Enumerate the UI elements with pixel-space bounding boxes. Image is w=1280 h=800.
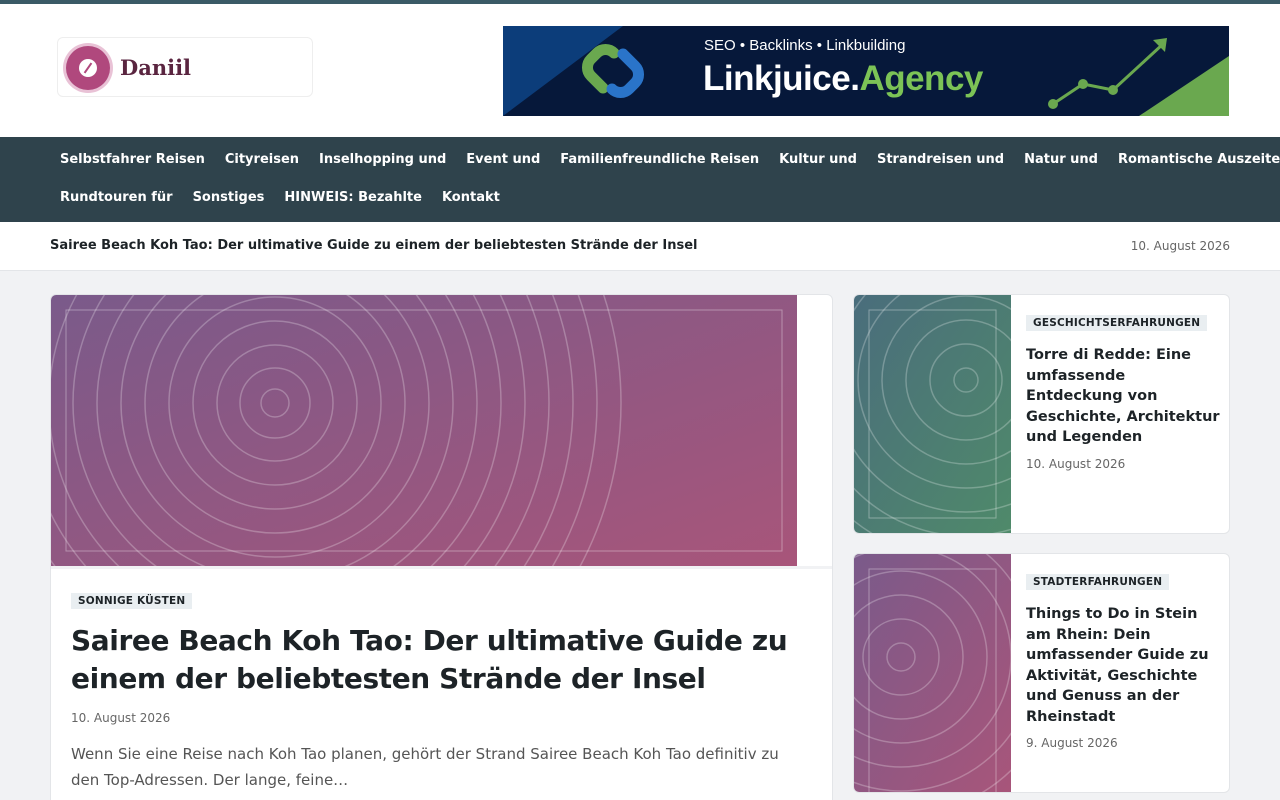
side-post-image[interactable] <box>854 295 1011 534</box>
nav-item-familienfreundliche-reisen[interactable]: Familienfreundliche Reisen <box>550 151 769 169</box>
nav-item-rundtouren[interactable]: Rundtouren für <box>50 189 183 207</box>
main-navigation: Selbstfahrer Reisen Cityreisen Inselhopp… <box>0 137 1280 222</box>
site-logo[interactable]: Daniil <box>57 37 313 97</box>
nav-item-cityreisen[interactable]: Cityreisen <box>215 151 309 169</box>
featured-post-date: 10. August 2026 <box>71 711 171 725</box>
side-post-card: STADTERFAHRUNGEN Things to Do in Stein a… <box>853 553 1230 793</box>
site-header: Daniil SEO • Backlinks • Linkbuilding Li… <box>0 4 1280 137</box>
featured-post-image[interactable] <box>51 295 797 566</box>
side-post-date: 10. August 2026 <box>1026 457 1126 471</box>
advertisement-banner[interactable]: SEO • Backlinks • Linkbuilding Linkjuice… <box>503 26 1229 116</box>
side-post-title[interactable]: Torre di Redde: Eine umfassende Entdecku… <box>1026 345 1221 448</box>
nav-item-selbstfahrer-reisen[interactable]: Selbstfahrer Reisen <box>50 151 215 169</box>
logo-emblem-icon <box>66 46 110 90</box>
banner-brand: Linkjuice.Agency <box>703 59 983 99</box>
banner-brand-accent: Agency <box>859 59 983 98</box>
nav-row-2: Rundtouren für Sonstiges HINWEIS: Bezahl… <box>50 189 510 207</box>
nav-item-natur[interactable]: Natur und <box>1014 151 1108 169</box>
nav-item-romantische-auszeiten[interactable]: Romantische Auszeiten <box>1108 151 1280 169</box>
nav-item-strandreisen[interactable]: Strandreisen und <box>867 151 1014 169</box>
growth-chart-icon <box>1048 38 1167 109</box>
side-post-category-tag[interactable]: STADTERFAHRUNGEN <box>1026 574 1170 590</box>
side-post-category-tag[interactable]: GESCHICHTSERFAHRUNGEN <box>1026 315 1208 331</box>
side-post-title[interactable]: Things to Do in Stein am Rhein: Dein umf… <box>1026 604 1221 727</box>
nav-row-1: Selbstfahrer Reisen Cityreisen Inselhopp… <box>50 151 1280 169</box>
nav-item-hinweis-bezahlte[interactable]: HINWEIS: Bezahlte <box>274 189 432 207</box>
nav-item-sonstiges[interactable]: Sonstiges <box>183 189 275 207</box>
nav-item-inselhopping[interactable]: Inselhopping und <box>309 151 456 169</box>
featured-post-title[interactable]: Sairee Beach Koh Tao: Der ultimative Gui… <box>71 622 811 698</box>
nav-item-kontakt[interactable]: Kontakt <box>432 189 510 207</box>
nav-item-event[interactable]: Event und <box>456 151 550 169</box>
featured-post-card: SONNIGE KÜSTEN Sairee Beach Koh Tao: Der… <box>50 294 833 800</box>
banner-brand-main: Linkjuice. <box>703 59 860 98</box>
featured-post-excerpt: Wenn Sie eine Reise nach Koh Tao planen,… <box>71 745 779 789</box>
nav-item-kultur[interactable]: Kultur und <box>769 151 867 169</box>
side-post-date: 9. August 2026 <box>1026 736 1118 750</box>
featured-image-separator <box>51 566 832 569</box>
banner-tagline: SEO • Backlinks • Linkbuilding <box>704 37 906 54</box>
ticker-date: 10. August 2026 <box>1130 239 1230 253</box>
ticker-post-link[interactable]: Sairee Beach Koh Tao: Der ultimative Gui… <box>50 238 697 253</box>
side-post-card: GESCHICHTSERFAHRUNGEN Torre di Redde: Ei… <box>853 294 1230 534</box>
featured-category-tag[interactable]: SONNIGE KÜSTEN <box>71 593 193 609</box>
latest-post-ticker: Sairee Beach Koh Tao: Der ultimative Gui… <box>0 222 1280 271</box>
side-post-image[interactable] <box>854 554 1011 793</box>
chain-link-icon <box>582 44 644 98</box>
logo-text: Daniil <box>120 55 192 80</box>
